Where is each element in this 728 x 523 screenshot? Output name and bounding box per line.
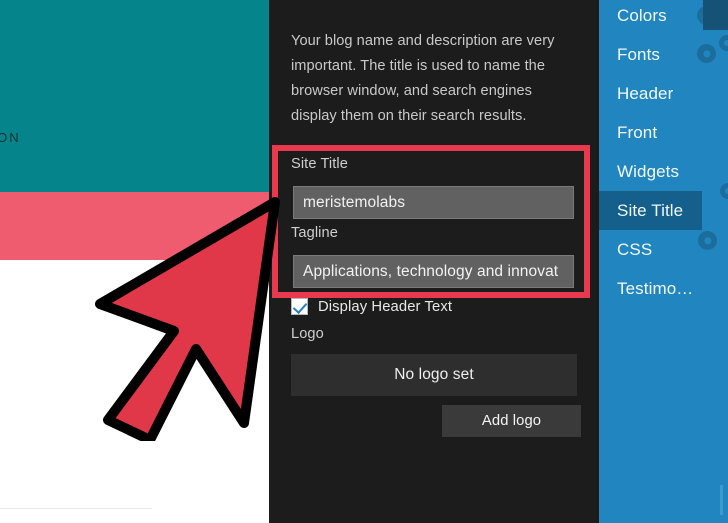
display-header-text-label: Display Header Text	[318, 299, 452, 315]
sidebar-item-header[interactable]: Header	[599, 74, 702, 113]
sidebar-item-fonts[interactable]: Fonts	[599, 35, 702, 74]
marker-dot-css-icon[interactable]	[698, 231, 717, 250]
preview-tagline-text: NOVATION	[0, 130, 21, 145]
tagline-label: Tagline	[291, 225, 338, 241]
sidebar-label-colors: Colors	[617, 6, 667, 26]
display-header-text-checkbox[interactable]	[291, 298, 308, 315]
sidebar-bottom-rule	[720, 485, 723, 515]
sidebar-item-front[interactable]: Front	[599, 113, 702, 152]
marker-dot-fonts-icon[interactable]	[697, 44, 716, 63]
preview-accent-band	[0, 192, 269, 260]
site-title-input[interactable]: meristemolabs	[293, 186, 574, 219]
sidebar-item-widgets[interactable]: Widgets	[599, 152, 702, 191]
sidebar-label-widgets: Widgets	[617, 162, 679, 182]
site-preview-pane: bs NOVATION	[0, 0, 269, 523]
sidebar-label-css: CSS	[617, 240, 652, 260]
tagline-input[interactable]: Applications, technology and innovat	[293, 255, 574, 288]
no-logo-set-placeholder: No logo set	[291, 354, 577, 396]
customizer-sidebar: Colors Fonts Header Front Widgets Site T…	[599, 0, 728, 523]
customizer-panel: Your blog name and description are very …	[269, 0, 599, 523]
logo-label: Logo	[291, 326, 324, 342]
add-logo-button[interactable]: Add logo	[442, 405, 581, 437]
sidebar-item-colors[interactable]: Colors	[599, 0, 702, 35]
sidebar-item-site-title[interactable]: Site Title	[599, 191, 702, 230]
site-title-label: Site Title	[291, 156, 348, 172]
marker-dot-fonts-2-icon[interactable]	[719, 35, 728, 51]
preview-divider	[0, 508, 152, 509]
preview-site-header: bs NOVATION	[0, 0, 269, 192]
sidebar-label-header: Header	[617, 84, 673, 104]
sidebar-label-front: Front	[617, 123, 657, 143]
marker-dot-site-title-icon[interactable]	[720, 183, 728, 199]
panel-description: Your blog name and description are very …	[291, 29, 578, 129]
sidebar-item-testimonials[interactable]: Testimo…	[599, 269, 702, 308]
display-header-text-row[interactable]: Display Header Text	[291, 298, 452, 315]
sidebar-item-css[interactable]: CSS	[599, 230, 702, 269]
sidebar-label-site-title: Site Title	[617, 201, 683, 221]
screenshot-root: bs NOVATION Your blog name and descripti…	[0, 0, 728, 523]
sidebar-corner-patch	[703, 0, 728, 30]
sidebar-label-testimonials: Testimo…	[617, 279, 693, 299]
sidebar-label-fonts: Fonts	[617, 45, 660, 65]
preview-content-area	[0, 260, 269, 523]
